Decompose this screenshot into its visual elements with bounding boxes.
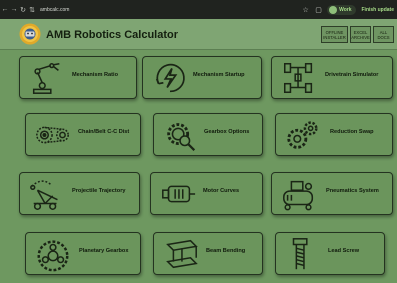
tile-label: Pneumatics System bbox=[326, 188, 379, 194]
browser-toolbar: ← → ↻ ⇅ ambcalc.com ☆ ▢ Work Finish upda… bbox=[0, 0, 397, 19]
tile-drivetrain-simulator[interactable]: Drivetrain Simulator bbox=[271, 56, 393, 99]
profile-button[interactable]: Work bbox=[327, 4, 356, 15]
excel-archive-label-2: ARCHIVE bbox=[351, 34, 370, 40]
motor-icon bbox=[159, 176, 197, 212]
address-bar[interactable]: ambcalc.com bbox=[40, 7, 69, 13]
tile-label: Motor Curves bbox=[203, 188, 240, 194]
compressor-icon bbox=[280, 176, 318, 212]
excel-archive-button[interactable]: EXCEL ARCHIVE bbox=[350, 26, 371, 43]
tile-label: Drivetrain Simulator bbox=[325, 72, 379, 78]
tile-pneumatics-system[interactable]: Pneumatics System bbox=[271, 172, 393, 215]
tile-label: Gearbox Options bbox=[204, 129, 250, 135]
tile-motor-curves[interactable]: Motor Curves bbox=[150, 172, 263, 215]
lightning-icon bbox=[151, 60, 189, 96]
offline-installer-label-2: INSTALLER bbox=[323, 34, 346, 40]
app-header: AMB Robotics Calculator OFFLINE INSTALLER… bbox=[0, 19, 397, 50]
tile-projectile-trajectory[interactable]: Projectile Trajectory bbox=[19, 172, 140, 215]
tile-label: Mechanism Ratio bbox=[72, 72, 119, 78]
tile-chain-belt-dist[interactable]: Chain/Belt C-C Dist bbox=[25, 113, 141, 156]
forward-icon[interactable]: → bbox=[10, 6, 18, 13]
lead-screw-icon bbox=[284, 236, 322, 272]
tile-gearbox-options[interactable]: Gearbox Options bbox=[153, 113, 263, 156]
logo-icon bbox=[19, 23, 41, 45]
finish-update-button[interactable]: Finish update bbox=[362, 7, 395, 13]
tile-reduction-swap[interactable]: Reduction Swap bbox=[275, 113, 393, 156]
tile-label: Reduction Swap bbox=[330, 129, 374, 135]
all-docs-button[interactable]: ALL DOCS bbox=[373, 26, 394, 43]
tile-label: Lead Screw bbox=[328, 248, 360, 254]
profile-label: Work bbox=[339, 6, 352, 13]
tile-label: Projectile Trajectory bbox=[72, 188, 126, 194]
chain-icon bbox=[34, 117, 72, 153]
gear-search-icon bbox=[162, 117, 200, 153]
tile-lead-screw[interactable]: Lead Screw bbox=[275, 232, 385, 275]
reload-icon[interactable]: ↻ bbox=[19, 6, 27, 14]
tile-beam-bending[interactable]: Beam Bending bbox=[153, 232, 263, 275]
tile-mechanism-startup[interactable]: Mechanism Startup bbox=[142, 56, 262, 99]
tile-label: Mechanism Startup bbox=[193, 72, 245, 78]
tile-planetary-gearbox[interactable]: Planetary Gearbox bbox=[25, 232, 141, 275]
planetary-gear-icon bbox=[34, 236, 72, 272]
tile-mechanism-ratio[interactable]: Mechanism Ratio bbox=[19, 56, 137, 99]
bookmark-star-icon[interactable]: ☆ bbox=[301, 6, 310, 14]
all-docs-label-2: DOCS bbox=[377, 34, 390, 40]
extensions-icon[interactable]: ▢ bbox=[314, 6, 323, 14]
avatar bbox=[329, 5, 338, 14]
offline-installer-button[interactable]: OFFLINE INSTALLER bbox=[321, 26, 348, 43]
robot-arm-icon bbox=[28, 60, 66, 96]
beam-icon bbox=[162, 236, 200, 272]
gears-icon bbox=[284, 117, 322, 153]
tile-label: Beam Bending bbox=[206, 248, 246, 254]
tile-label: Chain/Belt C-C Dist bbox=[78, 129, 130, 135]
tile-label: Planetary Gearbox bbox=[79, 248, 129, 254]
back-icon[interactable]: ← bbox=[1, 6, 9, 13]
drivetrain-icon bbox=[280, 60, 318, 96]
catapult-icon bbox=[28, 176, 66, 212]
page-title: AMB Robotics Calculator bbox=[46, 29, 179, 41]
site-info-icon[interactable]: ⇅ bbox=[28, 6, 36, 14]
